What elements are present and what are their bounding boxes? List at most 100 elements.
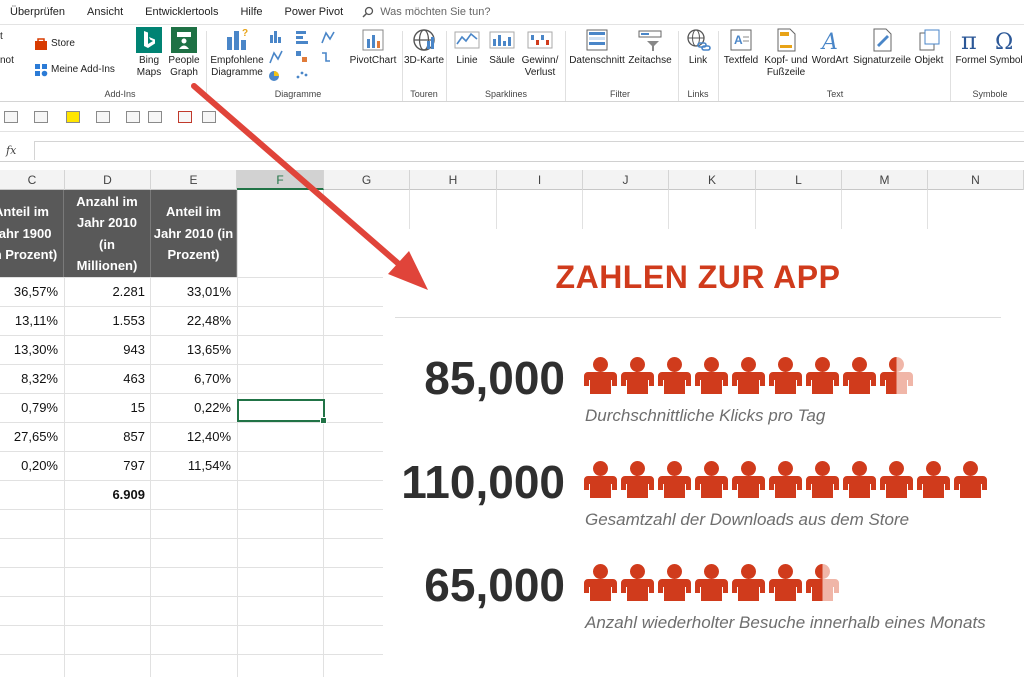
tab-power-pivot[interactable]: Power Pivot [274,6,355,18]
table-total-cell[interactable]: 6.909 [64,480,151,509]
table-cell[interactable]: 13,11% [0,306,64,335]
person-icon [658,461,691,498]
chart-type-gallery[interactable] [268,29,342,83]
stat-value: 85,000 [424,352,565,404]
stat-icons-row [583,562,842,602]
fx-icon[interactable]: fx [6,144,16,157]
person-icon [695,461,728,498]
person-icon [769,564,802,601]
search-icon [362,6,374,18]
symbol-button[interactable]: Ω Symbol [988,27,1024,67]
column-header-n[interactable]: N [928,170,1024,190]
fill-color-button[interactable] [66,111,80,123]
table-cell[interactable]: 857 [64,422,151,451]
bing-maps-button[interactable]: Bing Maps [134,27,164,79]
table-cell[interactable]: 463 [64,364,151,393]
format-button-1[interactable] [4,111,18,123]
column-header-h[interactable]: H [410,170,497,190]
people-graph-icon [171,27,197,53]
column-header-e[interactable]: E [151,170,237,190]
pivotchart-button[interactable]: PivotChart [346,27,400,67]
person-icon [584,357,617,394]
person-icon [880,461,913,498]
object-button[interactable]: Objekt [912,27,946,67]
table-cell[interactable]: 1.553 [64,306,151,335]
tab-ansicht[interactable]: Ansicht [76,6,134,18]
formula-button[interactable]: π Formel [954,27,988,67]
person-icon [695,357,728,394]
table-cell[interactable]: 33,01% [151,277,237,306]
table-cell[interactable]: 15 [64,393,151,422]
formula-input[interactable] [34,141,1024,160]
wordart-button[interactable]: A WordArt [810,27,850,67]
person-icon [843,357,876,394]
tab-hilfe[interactable]: Hilfe [229,6,273,18]
table-cell[interactable]: 22,48% [151,306,237,335]
my-addins-button[interactable]: Meine Add-Ins [34,63,115,77]
format-button-3[interactable] [96,111,110,123]
sparkline-column-button[interactable]: Säule [486,27,518,67]
ribbon: t not Store Meine Add-Ins Bing Maps Peop… [0,24,1024,102]
bing-maps-icon [136,27,162,53]
stat-caption: Anzahl wiederholter Besuche innerhalb ei… [585,613,986,632]
format-button-6[interactable] [202,111,216,123]
table-cell[interactable]: 11,54% [151,451,237,480]
recommended-charts-button[interactable]: ? Empfohlene Diagramme [208,27,266,79]
table-cell[interactable]: 943 [64,335,151,364]
table-cell[interactable]: 13,30% [0,335,64,364]
store-icon [35,38,47,50]
person-icon [769,357,802,394]
tab-entwicklertools[interactable]: Entwicklertools [134,6,229,18]
header-footer-button[interactable]: Kopf- und Fußzeile [762,27,810,79]
sparkline-line-button[interactable]: Linie [450,27,484,67]
map3d-button[interactable]: 3D-Karte [404,27,444,67]
people-graph-button[interactable]: People Graph [166,27,202,79]
table-cell[interactable]: 797 [64,451,151,480]
slicer-button[interactable]: Datenschnitt [568,27,626,67]
table-cell[interactable]: 12,40% [151,422,237,451]
timeline-button[interactable]: Zeitachse [626,27,674,67]
column-header-g[interactable]: G [324,170,410,190]
table-cell[interactable]: 8,32% [0,364,64,393]
column-header-j[interactable]: J [583,170,669,190]
tell-me-box[interactable]: Was möchten Sie tun? [362,6,490,18]
column-header-m[interactable]: M [842,170,928,190]
people-graph-infographic[interactable]: ZAHLEN ZUR APP 85,000 Durchschnittliche … [383,229,1024,677]
group-separator [206,31,207,101]
column-header-i[interactable]: I [497,170,583,190]
globe-icon [413,29,435,51]
tab-ueberpruefen[interactable]: Überprüfen [0,6,76,18]
column-header-d[interactable]: D [65,170,151,190]
format-button-4[interactable] [148,111,162,123]
table-cell[interactable]: 27,65% [0,422,64,451]
person-icon [806,357,839,394]
table-cell[interactable]: 0,22% [151,393,237,422]
table-cell[interactable]: 0,20% [0,451,64,480]
group-separator [565,31,566,101]
active-cell-selection[interactable] [237,399,327,424]
table-cell[interactable]: 6,70% [151,364,237,393]
pivotchart-icon [362,29,384,51]
column-header-k[interactable]: K [669,170,756,190]
column-header-f[interactable]: F [237,170,324,190]
link-button[interactable]: Link [682,27,714,67]
group-label-links: Links [687,89,709,99]
table-cell[interactable]: 13,65% [151,335,237,364]
slicer-icon [586,29,608,51]
borders-button[interactable] [126,111,140,123]
column-header-l[interactable]: L [756,170,842,190]
signature-line-button[interactable]: Signaturzeile [852,27,912,67]
group-label-addins: Add-Ins [104,89,136,99]
omega-icon: Ω [995,30,1013,53]
table-cell[interactable]: 36,57% [0,277,64,306]
format-button-5[interactable] [178,111,192,123]
table-cell[interactable]: 2.281 [64,277,151,306]
menu-tabs: Überprüfen Ansicht Entwicklertools Hilfe… [0,0,1024,24]
group-label-charts: Diagramme [274,89,322,99]
textbox-button[interactable]: A Textfeld [722,27,760,67]
table-cell[interactable]: 0,79% [0,393,64,422]
format-button-2[interactable] [34,111,48,123]
sparkline-winloss-button[interactable]: Gewinn/ Verlust [518,27,562,79]
store-button[interactable]: Store [34,37,75,51]
column-header-c[interactable]: C [0,170,65,190]
